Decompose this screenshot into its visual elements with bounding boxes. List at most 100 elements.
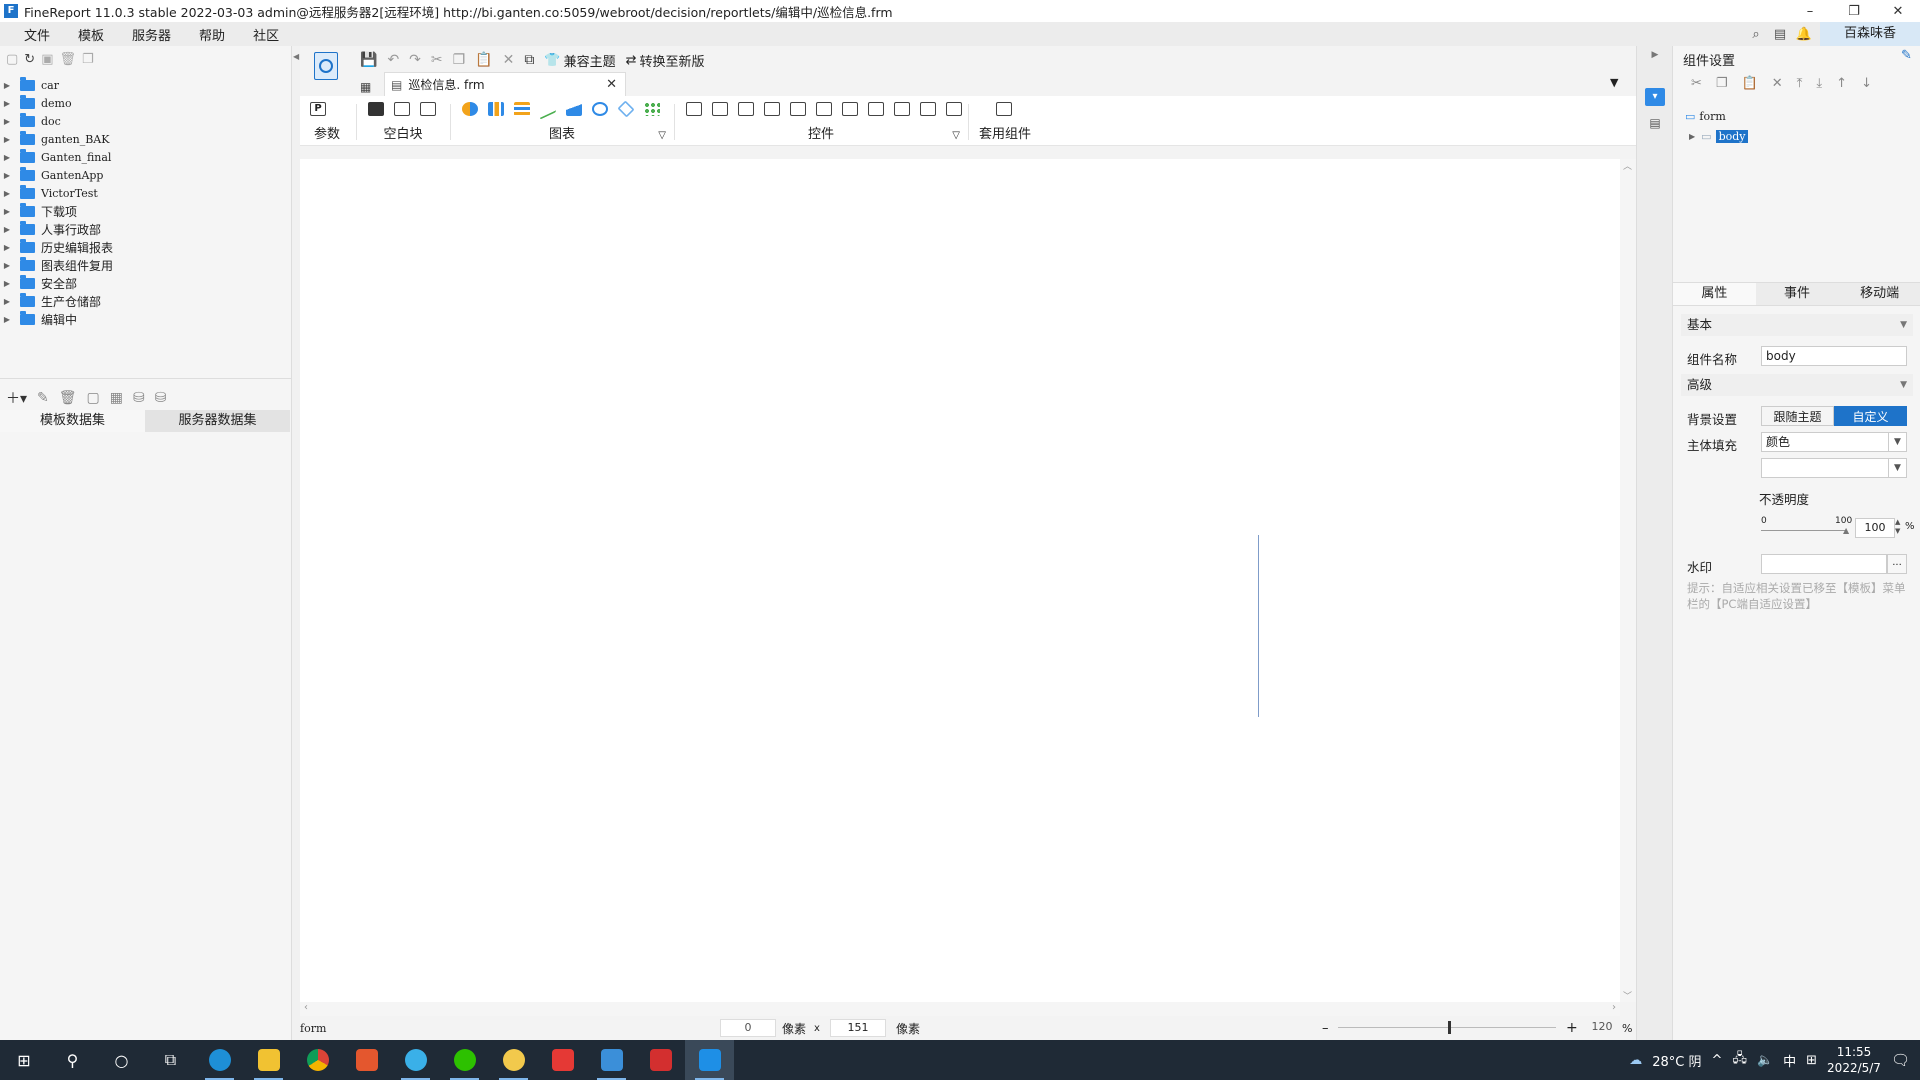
fill-type-select[interactable]: 颜色 ▼: [1761, 432, 1907, 452]
layout-block-icon[interactable]: [394, 102, 410, 116]
expand-arrow-icon[interactable]: ▶: [0, 189, 14, 198]
expand-arrow-icon[interactable]: ▶: [0, 279, 14, 288]
scroll-up-icon[interactable]: ︿: [1623, 159, 1632, 172]
cut-icon[interactable]: ✂: [1691, 76, 1702, 91]
tab-events[interactable]: 事件: [1755, 283, 1839, 305]
tree-folder[interactable]: ▶ 编辑中: [0, 310, 292, 328]
label-control-icon[interactable]: [686, 102, 702, 116]
expand-arrow-icon[interactable]: ▶: [0, 207, 14, 216]
delete-icon[interactable]: 🗑: [60, 52, 77, 67]
redo-icon[interactable]: ↷: [409, 52, 421, 68]
param-icon[interactable]: P: [310, 102, 326, 116]
network-icon[interactable]: 🖧: [1732, 1049, 1747, 1071]
move-down-icon[interactable]: ↓: [1861, 76, 1872, 91]
zoom-value-field[interactable]: 120: [1582, 1019, 1622, 1037]
tree-folder[interactable]: ▶ VictorTest: [0, 184, 292, 202]
taskbar-folder[interactable]: [587, 1040, 636, 1080]
date-control-icon[interactable]: [790, 102, 806, 116]
expand-arrow-icon[interactable]: ▶: [1689, 132, 1695, 141]
close-window-button[interactable]: ✕: [1876, 4, 1920, 19]
tree-folder[interactable]: ▶ doc: [0, 112, 292, 130]
cortana-button[interactable]: ○: [97, 1040, 146, 1080]
preview-icon[interactable]: ▢: [87, 390, 100, 406]
tree-node-body[interactable]: ▶ ▭ body: [1685, 126, 1749, 146]
component-settings-icon[interactable]: ▾: [1645, 88, 1665, 106]
checkbox-group-icon[interactable]: [920, 102, 936, 116]
weather-cloud-icon[interactable]: ☁: [1629, 1053, 1642, 1068]
clock[interactable]: 11:55 2022/5/7: [1827, 1044, 1881, 1076]
expand-arrow-icon[interactable]: ▶: [0, 117, 14, 126]
add-dataset-icon[interactable]: ＋▾: [6, 388, 27, 408]
close-tab-icon[interactable]: ✕: [606, 77, 617, 92]
combo-control-icon[interactable]: [764, 102, 780, 116]
document-tab[interactable]: ▤ 巡检信息. frm ✕: [384, 72, 626, 96]
menu-file[interactable]: 文件: [0, 25, 64, 44]
copy-icon[interactable]: ❐: [453, 52, 466, 68]
search-icon[interactable]: ⌕: [1744, 27, 1768, 42]
move-top-icon[interactable]: ⤒: [1797, 76, 1803, 91]
notification-icon[interactable]: 🗨: [1891, 1051, 1910, 1069]
taskbar-search-tool[interactable]: [391, 1040, 440, 1080]
tray-expand-icon[interactable]: ^: [1712, 1053, 1723, 1068]
copy-icon[interactable]: ❐: [1716, 76, 1728, 91]
expand-arrow-icon[interactable]: ▶: [0, 315, 14, 324]
opacity-slider-thumb[interactable]: ▲: [1843, 526, 1849, 535]
design-canvas[interactable]: [300, 159, 1620, 1002]
tree-folder[interactable]: ▶ ganten_BAK: [0, 130, 292, 148]
task-view-button[interactable]: ⧉: [146, 1040, 195, 1080]
menu-template[interactable]: 模板: [64, 25, 118, 44]
database-icon[interactable]: ⛁: [133, 390, 145, 406]
expand-arrow-icon[interactable]: ▶: [0, 135, 14, 144]
opacity-value-input[interactable]: 100: [1855, 518, 1895, 538]
tree-folder[interactable]: ▶ Ganten_final: [0, 148, 292, 166]
tab-properties[interactable]: 属性: [1673, 283, 1756, 305]
edit-icon[interactable]: ✎: [37, 390, 49, 406]
tree-folder[interactable]: ▶ 生产仓储部: [0, 292, 292, 310]
expand-arrow-icon[interactable]: ▶: [0, 99, 14, 108]
taskbar-wechat[interactable]: [440, 1040, 489, 1080]
zoom-in-button[interactable]: +: [1566, 1020, 1578, 1036]
scroll-down-icon[interactable]: ﹀: [1623, 989, 1632, 1002]
restore-button[interactable]: ❐: [1832, 4, 1876, 19]
collapse-left-icon[interactable]: ◀: [293, 52, 299, 61]
fill-color-select[interactable]: ▼: [1761, 458, 1907, 478]
zoom-slider-thumb[interactable]: [1448, 1021, 1451, 1034]
line-chart-icon[interactable]: [540, 98, 556, 120]
left-collapse-handle[interactable]: ◀: [292, 46, 300, 1040]
convert-button[interactable]: ⇄ 转换至新版: [626, 51, 705, 70]
expand-arrow-icon[interactable]: ▶: [0, 297, 14, 306]
textarea-control-icon[interactable]: [868, 102, 884, 116]
scroll-left-icon[interactable]: ‹: [304, 1002, 308, 1013]
scatter-chart-icon[interactable]: [644, 102, 660, 116]
bg-custom-button[interactable]: 自定义: [1834, 406, 1907, 426]
preview-icon[interactable]: ⧉: [524, 52, 534, 68]
tree-folder[interactable]: ▶ 安全部: [0, 274, 292, 292]
minimize-button[interactable]: –: [1788, 4, 1832, 19]
weather-text[interactable]: 28°C 阴: [1652, 1051, 1701, 1070]
pie-chart-icon[interactable]: [462, 102, 478, 116]
tree-folder[interactable]: ▶ demo: [0, 94, 292, 112]
blank-block-icon[interactable]: [368, 102, 384, 116]
opacity-slider[interactable]: [1761, 530, 1847, 531]
expand-arrow-icon[interactable]: ▶: [0, 243, 14, 252]
button-control-icon[interactable]: [712, 102, 728, 116]
delete-icon[interactable]: ✕: [1772, 76, 1783, 91]
radar-chart-icon[interactable]: [617, 100, 635, 118]
edit-pin-icon[interactable]: ✎: [1901, 48, 1912, 63]
taskbar-edge[interactable]: [195, 1040, 244, 1080]
tree-node-form[interactable]: ▭ form: [1685, 106, 1748, 126]
scroll-right-icon[interactable]: ›: [1612, 1002, 1616, 1013]
taskbar-chat-app[interactable]: [489, 1040, 538, 1080]
tree-folder[interactable]: ▶ 下载项: [0, 202, 292, 220]
ime-indicator[interactable]: 中: [1783, 1051, 1796, 1070]
undo-icon[interactable]: ↶: [387, 52, 399, 68]
search-button[interactable]: ⚲: [48, 1040, 97, 1080]
delete-icon[interactable]: 🗑: [59, 390, 77, 406]
panel-splitter[interactable]: [0, 378, 292, 384]
move-bottom-icon[interactable]: ⤓: [1816, 76, 1822, 91]
tab-menu-icon[interactable]: ▼: [1610, 76, 1618, 89]
calendar-control-icon[interactable]: [816, 102, 832, 116]
refresh-icon[interactable]: ↻: [24, 52, 35, 67]
move-up-icon[interactable]: ↑: [1836, 76, 1847, 91]
zoom-slider[interactable]: [1338, 1027, 1556, 1028]
